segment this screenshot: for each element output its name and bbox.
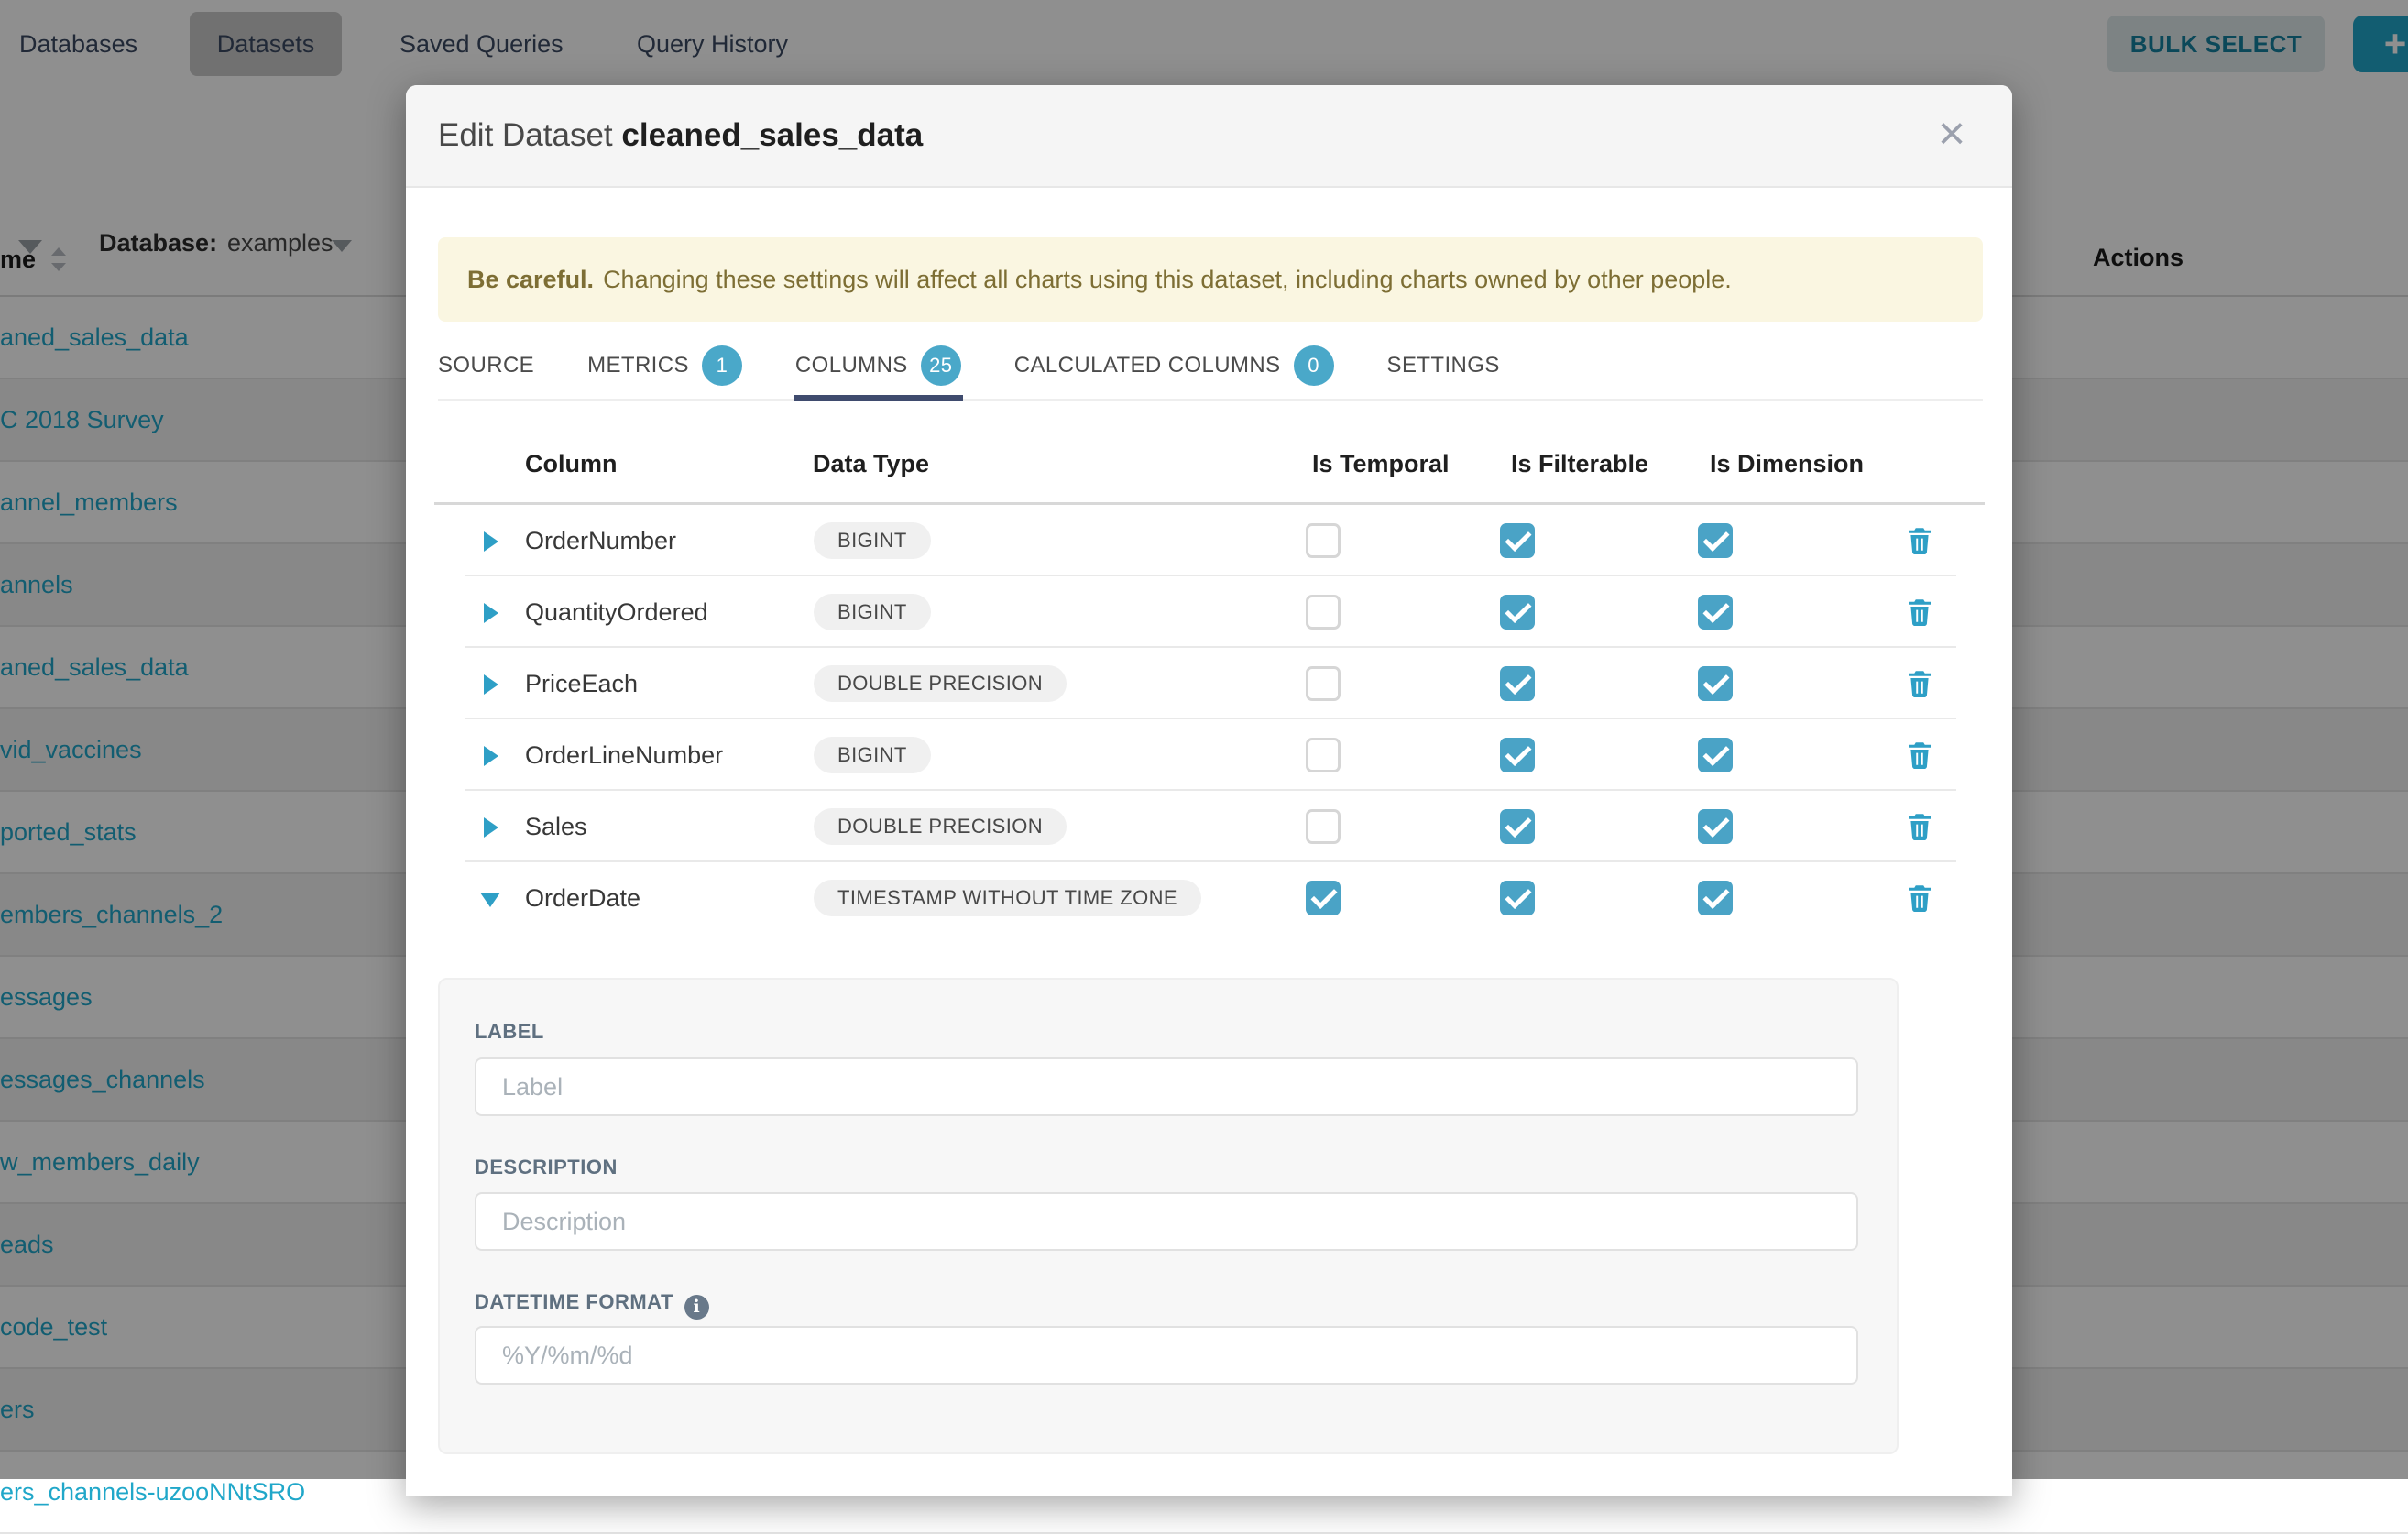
is-dimension-checkbox[interactable] [1698, 881, 1733, 915]
is-filterable-checkbox[interactable] [1500, 595, 1535, 630]
is-temporal-checkbox[interactable] [1306, 738, 1341, 772]
is-temporal-checkbox[interactable] [1306, 523, 1341, 558]
warning-bold: Be careful. [467, 266, 594, 294]
info-icon[interactable]: i [684, 1295, 709, 1320]
is-dimension-checkbox[interactable] [1698, 523, 1733, 558]
is-dimension-checkbox[interactable] [1698, 666, 1733, 701]
columns-table-header: Column Data Type Is Temporal Is Filterable I… [406, 450, 2012, 501]
tab-source[interactable]: SOURCE [438, 333, 534, 399]
expand-caret-icon[interactable] [484, 603, 498, 623]
is-dimension-checkbox[interactable] [1698, 595, 1733, 630]
tab-settings[interactable]: SETTINGS [1387, 333, 1500, 399]
column-row-priceeach: PriceEach DOUBLE PRECISION [406, 648, 2012, 719]
is-filterable-checkbox[interactable] [1500, 881, 1535, 915]
close-icon[interactable]: × [1922, 105, 1981, 164]
is-filterable-checkbox[interactable] [1500, 523, 1535, 558]
datetime-format-field-label: DATETIME FORMATi [475, 1290, 709, 1320]
is-temporal-checkbox[interactable] [1306, 595, 1341, 630]
data-type-pill: DOUBLE PRECISION [814, 665, 1067, 702]
description-field-label: DESCRIPTION [475, 1156, 618, 1179]
is-temporal-checkbox[interactable] [1306, 881, 1341, 915]
description-input[interactable] [475, 1192, 1858, 1251]
tab-metrics[interactable]: METRICS 1 [587, 333, 742, 399]
columns-table-body: OrderNumber BIGINT QuantityOrdered BIGINT Pr… [406, 505, 2012, 934]
label-field-label: LABEL [475, 1020, 544, 1044]
column-name: OrderLineNumber [525, 719, 723, 791]
column-row-quantityordered: QuantityOrdered BIGINT [406, 576, 2012, 648]
expand-caret-icon[interactable] [484, 817, 498, 838]
collapse-caret-icon[interactable] [480, 893, 500, 907]
data-type-pill: DOUBLE PRECISION [814, 808, 1067, 845]
column-header-column: Column [525, 450, 618, 478]
tab-label: METRICS [587, 353, 689, 378]
delete-column-icon[interactable] [1903, 596, 1936, 629]
column-header-data-type: Data Type [813, 450, 929, 478]
is-dimension-checkbox[interactable] [1698, 738, 1733, 772]
column-name: OrderNumber [525, 505, 676, 576]
tab-label: SOURCE [438, 353, 534, 378]
tab-label: SETTINGS [1387, 353, 1500, 378]
modal-tabs-bar: SOURCE METRICS 1 COLUMNS 25 CALCULATED COLUMN… [438, 333, 1983, 401]
column-row-orderlinenumber: OrderLineNumber BIGINT [406, 719, 2012, 791]
is-dimension-checkbox[interactable] [1698, 809, 1733, 844]
is-filterable-checkbox[interactable] [1500, 666, 1535, 701]
column-header-is-temporal: Is Temporal [1312, 450, 1450, 478]
data-type-pill: TIMESTAMP WITHOUT TIME ZONE [814, 880, 1201, 916]
is-temporal-checkbox[interactable] [1306, 809, 1341, 844]
delete-column-icon[interactable] [1903, 810, 1936, 843]
delete-column-icon[interactable] [1903, 882, 1936, 915]
tab-count-badge: 25 [921, 345, 961, 386]
column-row-ordernumber: OrderNumber BIGINT [406, 505, 2012, 576]
column-name: QuantityOrdered [525, 576, 708, 648]
warning-text: Changing these settings will affect all … [603, 266, 1732, 294]
delete-column-icon[interactable] [1903, 667, 1936, 700]
is-temporal-checkbox[interactable] [1306, 666, 1341, 701]
data-type-pill: BIGINT [814, 737, 931, 773]
label-input[interactable] [475, 1057, 1858, 1116]
column-row-orderdate: OrderDate TIMESTAMP WITHOUT TIME ZONE [406, 862, 2012, 934]
delete-column-icon[interactable] [1903, 524, 1936, 557]
data-type-pill: BIGINT [814, 594, 931, 630]
tab-calculated-columns[interactable]: CALCULATED COLUMNS 0 [1014, 333, 1334, 399]
tab-count-badge: 1 [702, 345, 742, 386]
is-filterable-checkbox[interactable] [1500, 738, 1535, 772]
column-name: Sales [525, 791, 587, 862]
modal-header: Edit Dataset cleaned_sales_data × [406, 85, 2012, 188]
edit-dataset-modal: Edit Dataset cleaned_sales_data × Be car… [406, 85, 2012, 1496]
expand-caret-icon[interactable] [484, 746, 498, 766]
expand-caret-icon[interactable] [484, 531, 498, 552]
modal-title: Edit Dataset cleaned_sales_data [438, 85, 923, 186]
tab-label: COLUMNS [795, 353, 908, 378]
tab-label: CALCULATED COLUMNS [1014, 353, 1281, 378]
datetime-format-input[interactable] [475, 1326, 1858, 1385]
column-row-sales: Sales DOUBLE PRECISION [406, 791, 2012, 862]
expand-caret-icon[interactable] [484, 674, 498, 695]
tab-count-badge: 0 [1294, 345, 1334, 386]
dataset-name: cleaned_sales_data [621, 117, 923, 153]
column-header-is-dimension: Is Dimension [1710, 450, 1864, 478]
delete-column-icon[interactable] [1903, 739, 1936, 772]
tab-columns[interactable]: COLUMNS 25 [795, 333, 961, 399]
column-detail-panel: LABEL DESCRIPTION DATETIME FORMATi [438, 978, 1899, 1454]
data-type-pill: BIGINT [814, 522, 931, 559]
warning-banner: Be careful. Changing these settings will… [438, 237, 1983, 322]
column-name: OrderDate [525, 862, 640, 934]
is-filterable-checkbox[interactable] [1500, 809, 1535, 844]
column-header-is-filterable: Is Filterable [1511, 450, 1648, 478]
column-name: PriceEach [525, 648, 638, 719]
